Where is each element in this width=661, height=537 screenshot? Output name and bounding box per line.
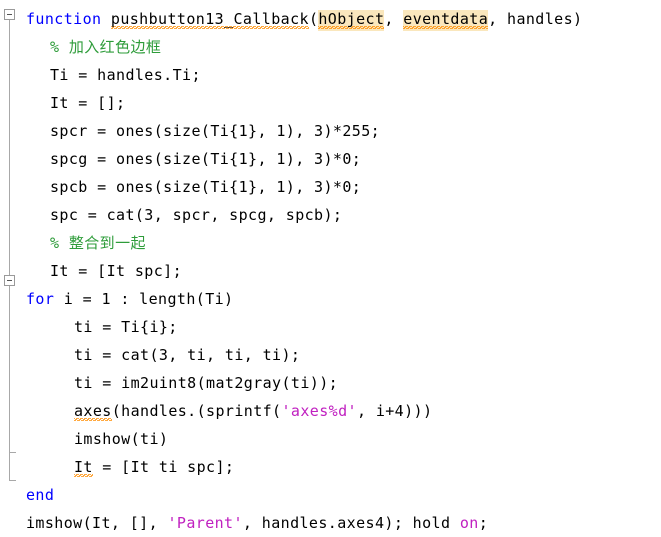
code-token: 整合到一起 <box>68 234 146 252</box>
code-line[interactable]: axes(handles.(sprintf('axes%d', i+4))) <box>74 397 432 425</box>
code-token: imshow(It, [], <box>26 514 168 532</box>
code-token: % <box>50 38 69 56</box>
code-line[interactable]: It = [It spc]; <box>50 257 182 285</box>
code-token: It = []; <box>50 94 126 112</box>
code-token: imshow(ti) <box>74 430 169 448</box>
code-line[interactable]: ti = im2uint8(mat2gray(ti)); <box>74 369 338 397</box>
code-token: end <box>26 486 55 504</box>
code-token: ti = Ti{i}; <box>74 318 178 336</box>
code-token: axes <box>74 402 112 423</box>
code-token: Ti = handles.Ti; <box>50 66 201 84</box>
code-token: % <box>50 234 69 252</box>
fold-end-tick-for <box>9 452 16 453</box>
code-line[interactable]: imshow(It, [], 'Parent', handles.axes4);… <box>26 509 488 537</box>
code-token: It = [It spc]; <box>50 262 183 280</box>
code-token: (handles.(sprintf( <box>111 402 282 420</box>
code-line[interactable]: spc = cat(3, spcr, spcg, spcb); <box>50 201 342 229</box>
fold-end-tick-outer <box>9 480 16 481</box>
code-token: hObject <box>318 10 385 31</box>
code-token: , handles.axes4); hold <box>242 514 460 532</box>
code-line[interactable]: % 加入红色边框 <box>50 33 161 61</box>
code-token: pushbutton13_Callback <box>110 10 309 31</box>
code-line[interactable]: ti = cat(3, ti, ti, ti); <box>74 341 300 369</box>
code-token: i = 1 : length(Ti) <box>63 290 234 308</box>
fold-line-for-body <box>9 286 10 452</box>
code-token: for <box>26 290 64 308</box>
code-token: ti = im2uint8(mat2gray(ti)); <box>74 374 339 392</box>
code-line[interactable]: spcg = ones(size(Ti{1}, 1), 3)*0; <box>50 145 361 173</box>
code-token: on <box>459 514 479 532</box>
code-token: = [It ti spc]; <box>92 458 235 476</box>
code-token: function <box>26 10 111 28</box>
code-line[interactable]: for i = 1 : length(Ti) <box>26 285 234 313</box>
code-token: ( <box>308 10 319 28</box>
code-token: spcr = ones(size(Ti{1}, 1), 3)*255; <box>50 122 381 140</box>
code-line[interactable]: end <box>26 481 54 509</box>
fold-marker-function[interactable] <box>4 9 15 20</box>
code-line[interactable]: Ti = handles.Ti; <box>50 61 201 89</box>
fold-gutter <box>0 0 20 518</box>
code-line[interactable]: spcb = ones(size(Ti{1}, 1), 3)*0; <box>50 173 361 201</box>
fold-marker-for[interactable] <box>4 275 15 286</box>
code-line[interactable]: function pushbutton13_Callback(hObject , … <box>26 5 582 33</box>
code-line[interactable]: % 整合到一起 <box>50 229 146 257</box>
code-lines[interactable]: function pushbutton13_Callback(hObject , … <box>20 0 661 532</box>
fold-line-outer-tail <box>9 452 10 480</box>
code-token: It <box>74 458 93 479</box>
code-token: spc = cat(3, spcr, spcg, spcb); <box>50 206 343 224</box>
code-token: eventdata <box>403 10 489 31</box>
code-token: , <box>384 10 404 28</box>
code-line[interactable]: imshow(ti) <box>74 425 168 453</box>
code-token: spcg = ones(size(Ti{1}, 1), 3)*0; <box>50 150 362 168</box>
code-token: , i+4))) <box>356 402 433 420</box>
code-token: ; <box>478 514 489 532</box>
code-line[interactable]: spcr = ones(size(Ti{1}, 1), 3)*255; <box>50 117 380 145</box>
code-line[interactable]: It = [It ti spc]; <box>74 453 234 481</box>
code-token: 加入红色边框 <box>68 38 162 56</box>
code-editor[interactable]: function pushbutton13_Callback(hObject , … <box>0 0 661 532</box>
code-line[interactable]: It = []; <box>50 89 125 117</box>
code-token: 'Parent' <box>167 514 243 532</box>
code-token: 'axes%d' <box>281 402 357 420</box>
code-token: , handles) <box>488 10 583 28</box>
code-token: spcb = ones(size(Ti{1}, 1), 3)*0; <box>50 178 362 196</box>
code-token: ti = cat(3, ti, ti, ti); <box>74 346 301 364</box>
code-line[interactable]: ti = Ti{i}; <box>74 313 178 341</box>
